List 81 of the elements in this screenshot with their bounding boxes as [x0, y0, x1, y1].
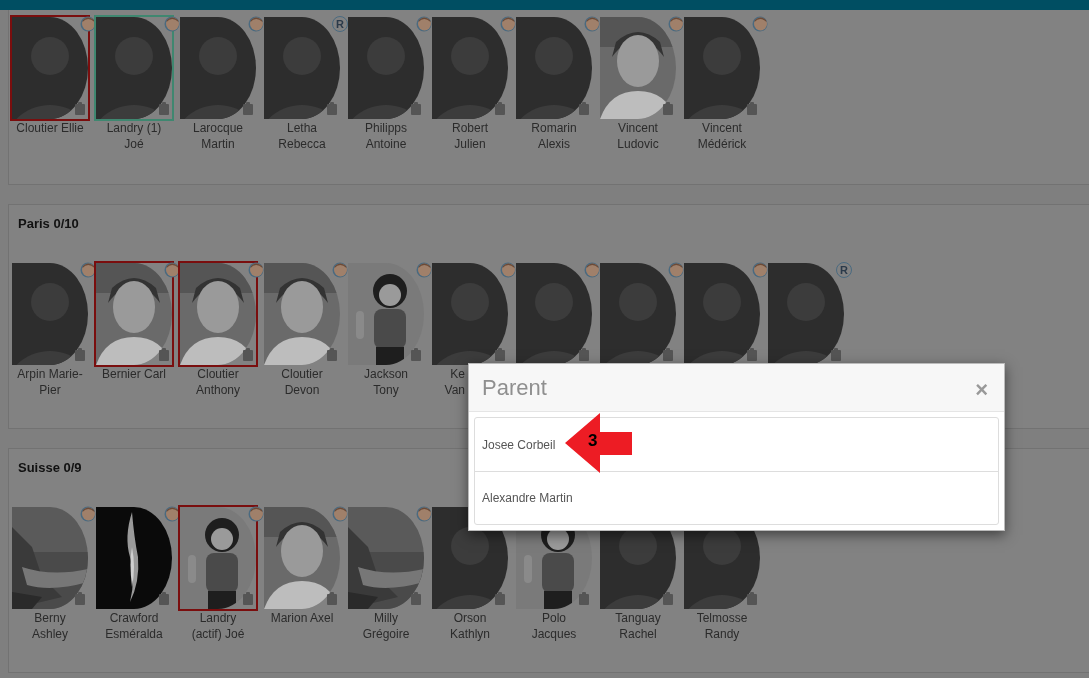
student-name: Letha Rebecca: [277, 120, 327, 152]
clipboard-icon[interactable]: [579, 592, 589, 605]
avatar-badge-icon: [80, 16, 96, 32]
avatar-badge-icon: [248, 262, 264, 278]
avatar-badge-icon: [752, 16, 768, 32]
avatar-badge-icon: [416, 262, 432, 278]
clipboard-icon[interactable]: [747, 592, 757, 605]
clipboard-icon[interactable]: [495, 592, 505, 605]
avatar-badge-icon: [248, 16, 264, 32]
clipboard-icon[interactable]: [159, 348, 169, 361]
student-name: Crawford Esméralda: [104, 610, 164, 642]
parent-list-item[interactable]: Josee Corbeil: [482, 435, 556, 454]
clipboard-icon[interactable]: [411, 102, 421, 115]
avatar-badge-icon: [332, 262, 348, 278]
student-name: Arpin Marie- Pier: [16, 366, 84, 398]
avatar-badge-icon: [80, 506, 96, 522]
group-title: Paris 0/10: [17, 216, 80, 232]
group-title: Suisse 0/9: [17, 460, 83, 476]
parent-list-item[interactable]: Alexandre Martin: [482, 489, 573, 507]
clipboard-icon[interactable]: [411, 592, 421, 605]
avatar-badge-icon: [248, 506, 264, 522]
avatar-badge-icon: [80, 262, 96, 278]
student-name: Landry (actif) Joé: [190, 610, 246, 642]
clipboard-icon[interactable]: [831, 348, 841, 361]
clipboard-icon[interactable]: [75, 592, 85, 605]
student-name: Landry (1) Joé: [105, 120, 163, 152]
clipboard-icon[interactable]: [159, 592, 169, 605]
pointer-arrow: [565, 413, 633, 474]
avatar-badge-icon: [584, 16, 600, 32]
clipboard-icon[interactable]: [243, 592, 253, 605]
clipboard-icon[interactable]: [495, 348, 505, 361]
clipboard-icon[interactable]: [663, 348, 673, 361]
avatar-badge-icon: [332, 506, 348, 522]
student-name: Bernier Carl: [101, 366, 167, 382]
clipboard-icon[interactable]: [243, 348, 253, 361]
clipboard-icon[interactable]: [495, 102, 505, 115]
student-name: Cloutier Ellie: [15, 120, 85, 136]
student-name: Tanguay Rachel: [614, 610, 662, 642]
student-name: Ke Van: [443, 366, 465, 398]
student-name: Vincent Ludovic: [616, 120, 660, 152]
clipboard-icon[interactable]: [327, 592, 337, 605]
avatar-badge-icon: [164, 262, 180, 278]
avatar-badge-icon: [668, 262, 684, 278]
clipboard-icon[interactable]: [747, 348, 757, 361]
avatar-badge-icon: [584, 262, 600, 278]
student-name: Larocque Martin: [191, 120, 244, 152]
clipboard-icon[interactable]: [75, 348, 85, 361]
clipboard-icon[interactable]: [159, 102, 169, 115]
avatar-badge-icon: [500, 262, 516, 278]
student-name: Cloutier Devon: [280, 366, 324, 398]
avatar-badge-icon: [164, 16, 180, 32]
avatar-badge-icon: [164, 506, 180, 522]
student-name: Romarin Alexis: [530, 120, 578, 152]
student-name: Telmosse Randy: [695, 610, 749, 642]
clipboard-icon[interactable]: [327, 348, 337, 361]
student-name: Polo Jacques: [530, 610, 578, 642]
clipboard-icon[interactable]: [663, 102, 673, 115]
clipboard-icon[interactable]: [579, 348, 589, 361]
student-name: Orson Kathlyn: [449, 610, 491, 642]
student-name: Robert Julien: [451, 120, 489, 152]
clipboard-icon[interactable]: [747, 102, 757, 115]
avatar-badge-icon: [500, 16, 516, 32]
clipboard-icon[interactable]: [75, 102, 85, 115]
student-name: Berny Ashley: [31, 610, 69, 642]
avatar-badge-icon: [416, 16, 432, 32]
clipboard-icon[interactable]: [327, 102, 337, 115]
step-number: 3: [588, 432, 598, 449]
dialog-title: Parent: [482, 374, 547, 402]
clipboard-icon[interactable]: [243, 102, 253, 115]
avatar-badge-icon: [416, 506, 432, 522]
clipboard-icon[interactable]: [663, 592, 673, 605]
student-name: Philipps Antoine: [364, 120, 408, 152]
avatar-badge-icon: [752, 262, 768, 278]
student-name: Cloutier Anthony: [194, 366, 241, 398]
clipboard-icon[interactable]: [579, 102, 589, 115]
student-name: Milly Grégoire: [361, 610, 411, 642]
avatar-badge-icon: [668, 16, 684, 32]
clipboard-icon[interactable]: [411, 348, 421, 361]
student-name: Vincent Médérick: [696, 120, 748, 152]
student-name: Jackson Tony: [363, 366, 409, 398]
student-name: Marion Axel: [269, 610, 335, 626]
